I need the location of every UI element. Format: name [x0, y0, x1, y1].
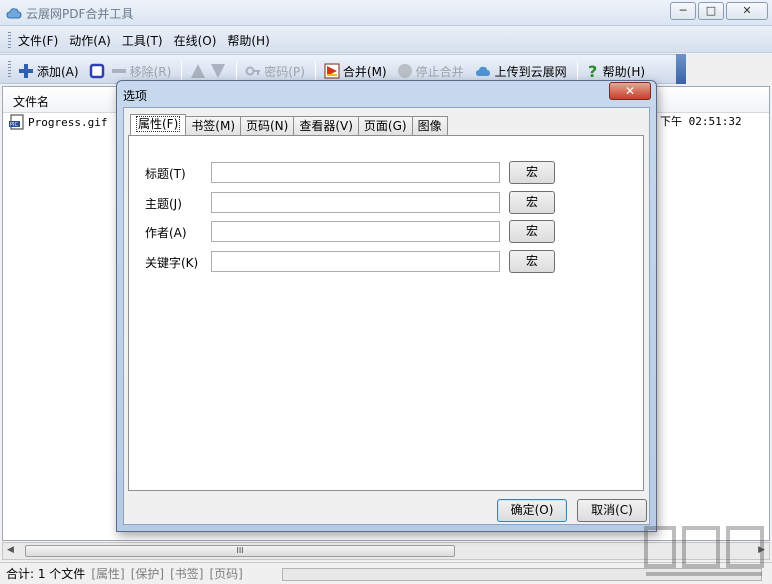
add-button[interactable]: 添加(A) — [18, 63, 79, 80]
menu-help[interactable]: 帮助(H) — [227, 32, 269, 49]
status-protect: [保护] — [130, 567, 165, 581]
minimize-button[interactable]: ─ — [670, 2, 696, 20]
toolbar-overflow-button[interactable] — [676, 54, 686, 84]
toolbar-separator — [314, 61, 316, 81]
arrow-up-icon — [191, 64, 206, 78]
help-label: 帮助(H) — [602, 64, 646, 79]
subject-field[interactable] — [211, 192, 500, 213]
toolbar-separator — [576, 61, 578, 81]
password-label: 密码(P) — [264, 64, 305, 79]
tab-bookmarks[interactable]: 书签(M) — [185, 116, 241, 135]
square-button[interactable] — [89, 63, 105, 79]
keywords-macro-button[interactable]: 宏 — [509, 250, 555, 273]
remove-button[interactable]: 移除(R) — [111, 63, 172, 80]
help-button[interactable]: ? 帮助(H) — [586, 63, 645, 80]
stop-icon — [397, 64, 412, 78]
scroll-left-icon[interactable]: ◀ — [7, 545, 14, 555]
subject-macro-button[interactable]: 宏 — [509, 191, 555, 214]
options-dialog: 选项 ✕ 属性(F) 书签(M) 页码(N) 查看器(V) 页面(G) 图像 标… — [116, 80, 657, 532]
cloud-icon — [475, 66, 490, 76]
upload-label: 上传到云展网 — [494, 64, 567, 79]
image-file-icon: PIC — [9, 114, 24, 130]
dialog-close-button[interactable]: ✕ — [609, 82, 651, 100]
subject-label: 主题(J) — [145, 197, 182, 211]
cloud-icon — [6, 8, 22, 19]
toolbar-separator — [181, 61, 183, 81]
column-filename[interactable]: 文件名 — [13, 93, 49, 110]
upload-button[interactable]: 上传到云展网 — [474, 63, 567, 80]
stop-label: 停止合并 — [415, 64, 464, 79]
file-name: Progress.gif — [28, 115, 108, 129]
stop-merge-button[interactable]: 停止合并 — [397, 63, 464, 80]
cancel-button[interactable]: 取消(C) — [577, 499, 647, 522]
title-macro-button[interactable]: 宏 — [509, 161, 555, 184]
watermark-logo — [644, 526, 764, 576]
window-title: 云展网PDF合并工具 — [26, 7, 134, 21]
move-down-button[interactable] — [210, 63, 226, 79]
maximize-button[interactable]: □ — [698, 2, 724, 20]
remove-label: 移除(R) — [129, 64, 172, 79]
dialog-body: 属性(F) 书签(M) 页码(N) 查看器(V) 页面(G) 图像 标题(T) … — [123, 107, 650, 525]
tab-viewer[interactable]: 查看器(V) — [293, 116, 359, 135]
author-macro-button[interactable]: 宏 — [509, 220, 555, 243]
add-label: 添加(A) — [37, 64, 79, 79]
square-icon — [89, 63, 104, 79]
title-bar: 云展网PDF合并工具 ─ □ ✕ — [0, 0, 772, 26]
menu-online[interactable]: 在线(O) — [174, 32, 217, 49]
svg-text:PIC: PIC — [10, 122, 18, 128]
tab-properties[interactable]: 属性(F) — [130, 114, 187, 135]
menu-grip[interactable] — [8, 32, 11, 48]
menu-tools[interactable]: 工具(T) — [122, 32, 163, 49]
ok-button[interactable]: 确定(O) — [497, 499, 567, 522]
plus-icon — [19, 64, 33, 78]
status-file-count: 合计: 1 个文件 — [6, 567, 86, 581]
keywords-label: 关键字(K) — [145, 256, 199, 270]
merge-label: 合并(M) — [342, 64, 387, 79]
arrow-down-icon — [211, 64, 226, 78]
move-up-button[interactable] — [190, 63, 206, 79]
status-page: [页码] — [209, 567, 243, 581]
properties-panel: 标题(T) 宏 主题(J) 宏 作者(A) 宏 关键字(K) 宏 — [128, 135, 644, 491]
author-field[interactable] — [211, 221, 500, 242]
key-icon — [245, 66, 261, 76]
tab-bar: 属性(F) 书签(M) 页码(N) 查看器(V) 页面(G) 图像 — [130, 114, 448, 135]
password-button[interactable]: 密码(P) — [245, 63, 305, 80]
question-icon: ? — [588, 63, 597, 79]
menu-bar: 文件(F) 动作(A) 工具(T) 在线(O) 帮助(H) — [0, 27, 772, 53]
toolbar-separator — [236, 61, 238, 81]
merge-button[interactable]: 合并(M) — [324, 63, 387, 80]
toolbar-grip[interactable] — [8, 61, 11, 77]
title-label: 标题(T) — [145, 167, 186, 181]
dialog-title: 选项 — [123, 89, 148, 103]
table-row[interactable]: PIC Progress.gif — [9, 113, 107, 131]
tab-page-numbers[interactable]: 页码(N) — [240, 116, 295, 135]
close-button[interactable]: ✕ — [726, 2, 768, 20]
menu-action[interactable]: 动作(A) — [69, 32, 111, 49]
author-label: 作者(A) — [145, 226, 187, 240]
minus-icon — [111, 69, 126, 73]
tab-properties-label: 属性(F) — [136, 116, 181, 132]
title-field[interactable] — [211, 162, 500, 183]
merge-icon — [324, 63, 340, 79]
file-time: 下午 02:51:32 — [660, 115, 742, 128]
svg-text:?: ? — [588, 63, 597, 79]
tab-image[interactable]: 图像 — [411, 116, 448, 135]
scroll-thumb[interactable]: III — [25, 545, 455, 557]
status-bookmark: [书签] — [170, 567, 204, 581]
status-properties: [属性] — [91, 567, 125, 581]
keywords-field[interactable] — [211, 251, 500, 272]
menu-file[interactable]: 文件(F) — [18, 32, 58, 49]
tab-page[interactable]: 页面(G) — [357, 116, 413, 135]
